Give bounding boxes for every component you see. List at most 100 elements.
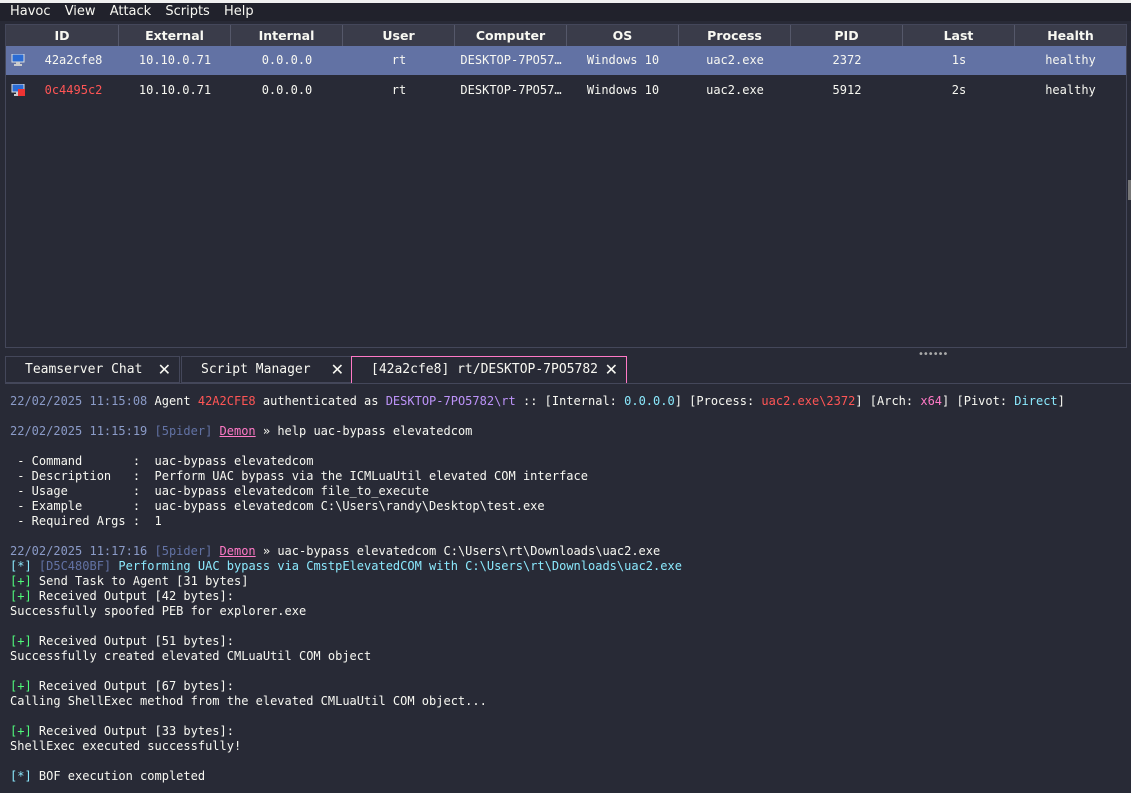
success-tag: [+] [10,634,32,648]
agent-console-output[interactable]: 22/02/2025 11:15:08 Agent 42A2CFE8 authe… [5,383,1131,793]
console-line: [+] Received Output [33 bytes]: [10,724,234,739]
demon-link[interactable]: Demon [220,424,256,438]
menu-attack[interactable]: Attack [110,3,159,21]
table-row[interactable]: 0c4495c2 10.10.0.71 0.0.0.0 rt DESKTOP-7… [6,76,1126,105]
menu-scripts[interactable]: Scripts [165,3,216,21]
cell-process: uac2.exe [706,53,764,67]
tab-label: Script Manager [201,362,311,377]
help-line: - Usage : uac-bypass elevatedcom file_to… [10,484,430,498]
console-line: [*] [D5C480BF] Performing UAC bypass via… [10,559,682,574]
text: ] [Arch: [855,394,921,408]
menu-view[interactable]: View [65,3,103,21]
output-line: Successfully spoofed PEB for explorer.ex… [10,604,307,618]
info-tag: [*] [10,559,32,573]
cell-last: 1s [951,53,967,67]
table-row[interactable]: 42a2cfe8 10.10.0.71 0.0.0.0 rt DESKTOP-7… [6,46,1126,75]
sessions-table: ID External Internal User Computer OS Pr… [5,24,1127,348]
demon-link[interactable]: Demon [220,544,256,558]
cell-os: Windows 10 [586,53,660,67]
console-line: [+] Send Task to Agent [31 bytes] [10,574,248,589]
col-os[interactable]: OS [567,25,679,46]
help-line: - Example : uac-bypass elevatedcom C:\Us… [10,499,545,513]
console-line: 22/02/2025 11:17:16 [5pider] Demon » uac… [10,544,660,559]
col-pid[interactable]: PID [791,25,903,46]
pivot: Direct [1014,394,1058,408]
tab-agent-console[interactable]: [42a2cfe8] rt/DESKTOP-7PO5782 ✕ [351,356,627,383]
console-line: 22/02/2025 11:15:08 Agent 42A2CFE8 authe… [10,394,1065,409]
cell-health: healthy [1045,53,1096,67]
cell-pid: 5912 [832,83,862,97]
col-id[interactable]: ID [6,25,119,46]
success-tag: [+] [10,724,32,738]
text: ] [Pivot: [942,394,1015,408]
success-tag: [+] [10,679,32,693]
help-line: - Description : Perform UAC bypass via t… [10,469,588,483]
text: ] [Process: [674,394,762,408]
command: » uac-bypass elevatedcom C:\Users\rt\Dow… [255,544,661,558]
cell-process: uac2.exe [706,83,764,97]
message: Received Output [42 bytes]: [31,589,234,603]
cell-external: 10.10.0.71 [138,83,212,97]
col-last[interactable]: Last [903,25,1015,46]
tab-label: Teamserver Chat [25,362,143,377]
process: uac2.exe\2372 [761,394,856,408]
message: Performing UAC bypass via CmstpElevatedC… [111,559,682,573]
cell-health: healthy [1045,83,1096,97]
cell-pid: 2372 [832,53,862,67]
timestamp: 22/02/2025 11:17:16 [10,544,148,558]
success-tag: [+] [10,589,32,603]
text: Agent [147,394,198,408]
col-external[interactable]: External [119,25,231,46]
cell-internal: 0.0.0.0 [261,53,313,67]
cell-last: 2s [951,83,967,97]
cell-os: Windows 10 [586,83,660,97]
timestamp: 22/02/2025 11:15:19 [10,424,148,438]
col-internal[interactable]: Internal [231,25,343,46]
command: » help uac-bypass elevatedcom [255,424,473,438]
operator: [5pider] [147,424,220,438]
message: Send Task to Agent [31 bytes] [31,574,249,588]
cell-user: rt [391,53,407,67]
tab-script-manager[interactable]: Script Manager ✕ [181,356,353,383]
console-line: [+] Received Output [67 bytes]: [10,679,234,694]
menu-help[interactable]: Help [224,3,261,21]
cell-computer: DESKTOP-7PO57… [460,53,562,67]
operator: [5pider] [147,544,220,558]
close-icon[interactable]: ✕ [605,357,618,383]
message: Received Output [67 bytes]: [31,679,234,693]
cell-external: 10.10.0.71 [138,53,212,67]
col-computer[interactable]: Computer [455,25,567,46]
menu-havoc[interactable]: Havoc [10,3,58,21]
text: ] [1057,394,1065,408]
help-line: - Required Args : 1 [10,514,162,528]
col-health[interactable]: Health [1015,25,1126,46]
info-tag: [*] [10,769,32,783]
success-tag: [+] [10,574,32,588]
cell-computer: DESKTOP-7PO57… [460,83,562,97]
tab-teamserver-chat[interactable]: Teamserver Chat ✕ [5,356,180,383]
timestamp: 22/02/2025 11:15:08 [10,394,148,408]
task-id: [D5C480BF] [31,559,112,573]
output-line: Calling ShellExec method from the elevat… [10,694,487,708]
col-process[interactable]: Process [679,25,791,46]
tab-bar: Teamserver Chat ✕ Script Manager ✕ [42a2… [5,355,1131,383]
text: :: [Internal: [515,394,625,408]
console-line: [*] BOF execution completed [10,769,205,784]
close-icon[interactable]: ✕ [158,357,171,383]
tab-label: [42a2cfe8] rt/DESKTOP-7PO5782 [371,362,598,377]
console-line: 22/02/2025 11:15:19 [5pider] Demon » hel… [10,424,472,439]
console-line: [+] Received Output [51 bytes]: [10,634,234,649]
message: BOF execution completed [31,769,206,783]
output-line: Successfully created elevated CMLuaUtil … [10,649,372,663]
text: authenticated as [255,394,386,408]
internal-ip: 0.0.0.0 [624,394,675,408]
col-user[interactable]: User [343,25,455,46]
close-icon[interactable]: ✕ [331,357,344,383]
cell-user: rt [391,83,407,97]
arch: x64 [920,394,943,408]
console-line: [+] Received Output [42 bytes]: [10,589,234,604]
menu-bar: Havoc View Attack Scripts Help [0,3,1131,21]
message: Received Output [51 bytes]: [31,634,234,648]
host: DESKTOP-7PO5782\rt [385,394,516,408]
help-line: - Command : uac-bypass elevatedcom [10,454,314,468]
